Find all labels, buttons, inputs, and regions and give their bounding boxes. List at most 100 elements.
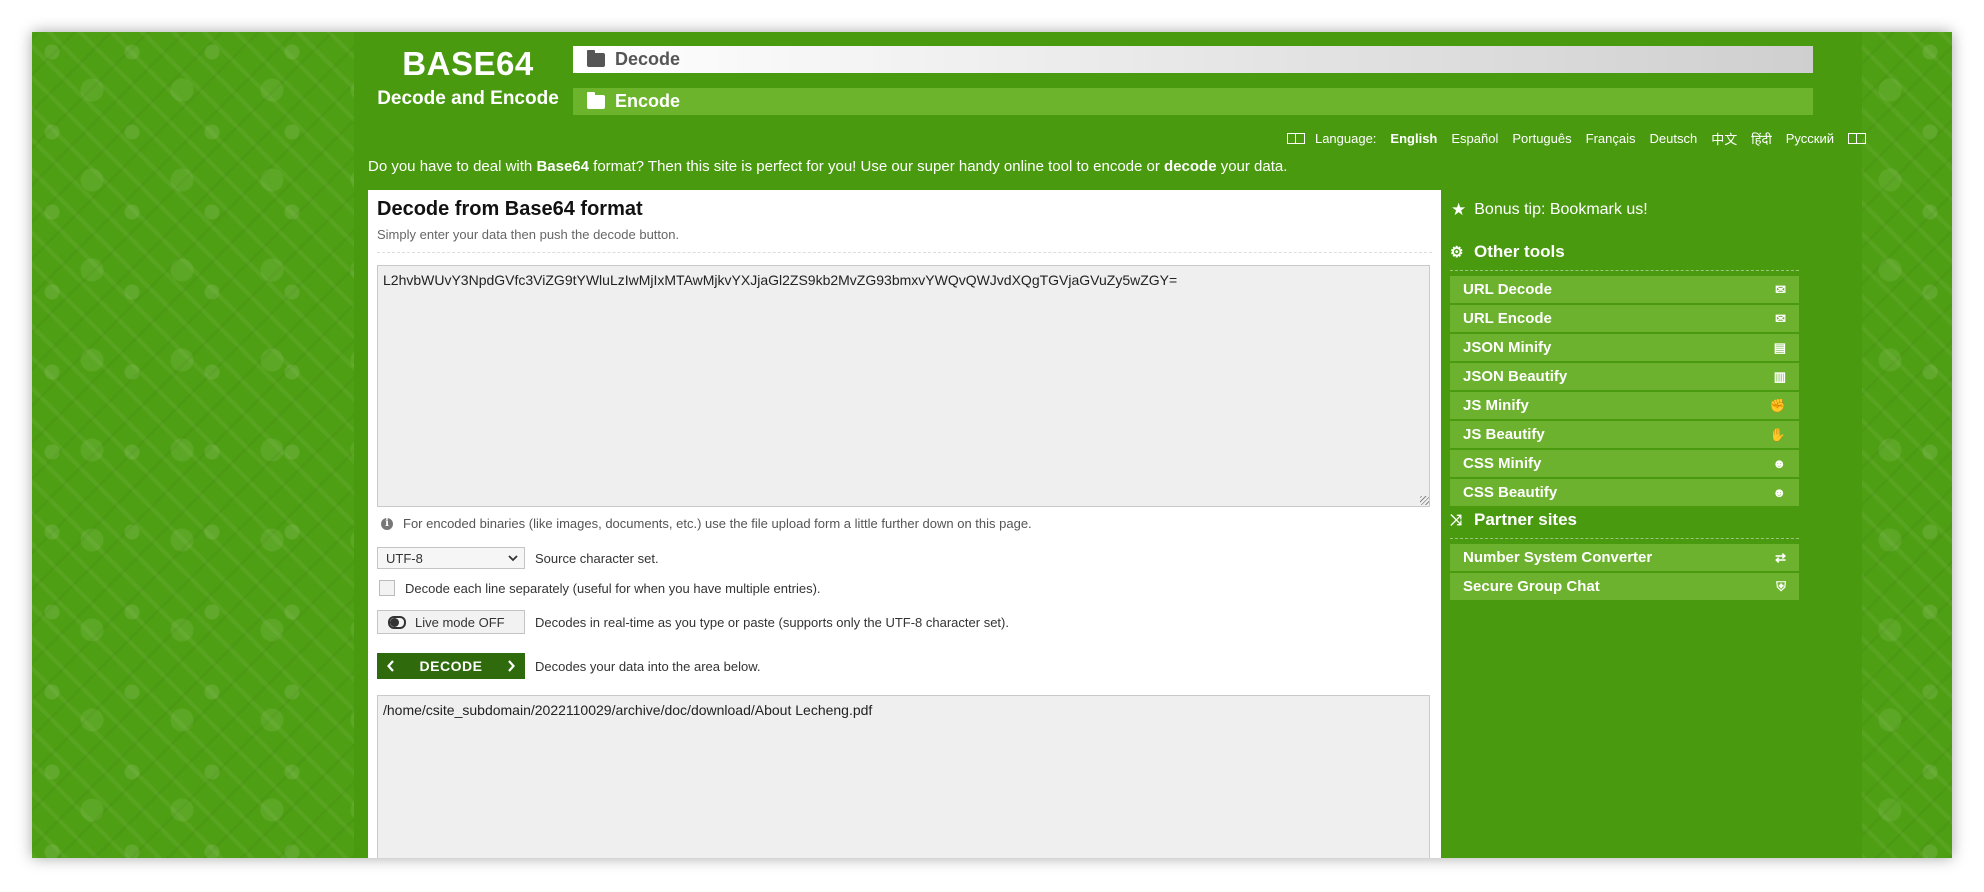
decoded-output[interactable]: /home/csite_subdomain/2022110029/archive… xyxy=(377,695,1430,858)
panel-title: Decode from Base64 format xyxy=(377,198,643,220)
lang-russian[interactable]: Русский xyxy=(1786,131,1834,146)
language-label: Language: xyxy=(1314,131,1377,146)
intro-part: Do you have to deal with xyxy=(368,158,537,175)
shield-icon: ⛨ xyxy=(1776,578,1786,594)
decode-button-label: DECODE xyxy=(419,658,483,674)
live-mode-toggle[interactable]: Live mode OFF xyxy=(377,610,525,634)
lang-espanol[interactable]: Español xyxy=(1451,131,1498,146)
divider xyxy=(1450,538,1799,539)
logo-title: BASE64 xyxy=(402,45,534,82)
more-languages-icon[interactable] xyxy=(1848,133,1866,144)
chevron-left-icon xyxy=(387,660,394,672)
tool-js-beautify[interactable]: JS Beautify ✋ xyxy=(1450,421,1799,448)
binary-info: i For encoded binaries (like images, doc… xyxy=(377,516,1032,531)
partner-number-system-converter[interactable]: Number System Converter ⇄ xyxy=(1450,544,1799,571)
tool-json-minify[interactable]: JSON Minify ▤ xyxy=(1450,334,1799,361)
partner-secure-group-chat[interactable]: Secure Group Chat ⛨ xyxy=(1450,573,1799,600)
envelope-icon: ✉ xyxy=(1775,310,1786,326)
gear-icon: ⚙ xyxy=(1450,244,1464,261)
decode-button[interactable]: DECODE xyxy=(377,653,525,679)
tool-url-encode[interactable]: URL Encode ✉ xyxy=(1450,305,1799,332)
decode-each-line-checkbox[interactable] xyxy=(379,580,395,596)
line-option-row: Decode each line separately (useful for … xyxy=(377,580,821,596)
intro-text: Do you have to deal with Base64 format? … xyxy=(368,158,1287,175)
tool-label: CSS Beautify xyxy=(1463,484,1558,501)
intro-bold-base64: Base64 xyxy=(536,158,589,175)
charset-value: UTF-8 xyxy=(386,550,423,566)
tool-label: JS Beautify xyxy=(1463,426,1545,443)
resize-handle[interactable] xyxy=(1420,496,1429,505)
info-icon: i xyxy=(381,517,393,530)
site-logo[interactable]: BASE64 Decode and Encode xyxy=(368,44,568,112)
background-pattern-left xyxy=(32,32,354,858)
browser-frame: BASE64 Decode and Encode Decode Encode L… xyxy=(32,32,1952,858)
language-icon xyxy=(1286,133,1305,144)
lang-english[interactable]: English xyxy=(1390,131,1437,146)
partner-sites-heading: ⤨ Partner sites xyxy=(1450,510,1577,530)
intro-bold-decode: decode xyxy=(1164,158,1217,175)
file-zip-icon: ▤ xyxy=(1773,339,1786,355)
lang-hindi[interactable]: हिंदी xyxy=(1751,130,1772,148)
tool-label: JSON Minify xyxy=(1463,339,1552,356)
intro-part: your data. xyxy=(1216,158,1288,175)
lang-portugues[interactable]: Português xyxy=(1512,131,1571,146)
toggle-off-icon xyxy=(388,615,406,629)
charset-label: Source character set. xyxy=(535,550,659,566)
binary-info-text: For encoded binaries (like images, docum… xyxy=(403,516,1032,531)
grin-icon: ☻ xyxy=(1772,485,1786,500)
live-mode-row: Live mode OFF Decodes in real-time as yo… xyxy=(377,610,1009,634)
logo-subtitle: Decode and Encode xyxy=(377,88,559,109)
live-mode-label: Live mode OFF xyxy=(415,614,505,630)
nav-encode[interactable]: Encode xyxy=(573,88,1813,115)
folder-icon xyxy=(587,91,605,109)
partner-sites-title: Partner sites xyxy=(1474,510,1577,529)
decode-description: Decodes your data into the area below. xyxy=(535,658,761,674)
other-tools-title: Other tools xyxy=(1474,242,1565,261)
fist-icon: ✊ xyxy=(1769,397,1786,413)
divider xyxy=(1450,270,1799,271)
tool-label: URL Decode xyxy=(1463,281,1552,298)
chevron-right-icon xyxy=(508,660,515,672)
tool-label: JS Minify xyxy=(1463,397,1529,414)
tool-json-beautify[interactable]: JSON Beautify ▥ xyxy=(1450,363,1799,390)
live-mode-description: Decodes in real-time as you type or past… xyxy=(535,614,1009,630)
folder-open-icon xyxy=(587,49,605,67)
chevron-down-icon xyxy=(508,554,518,561)
lang-deutsch[interactable]: Deutsch xyxy=(1649,131,1697,146)
smile-icon: ☻ xyxy=(1772,456,1786,471)
hand-icon: ✋ xyxy=(1769,426,1786,442)
tool-label: URL Encode xyxy=(1463,310,1552,327)
lang-francais[interactable]: Français xyxy=(1586,131,1636,146)
lang-chinese[interactable]: 中文 xyxy=(1711,129,1737,148)
base64-input[interactable]: L2hvbWUvY3NpdGVfc3ViZG9tYWluLzIwMjIxMTAw… xyxy=(377,265,1430,507)
file-code-icon: ▥ xyxy=(1773,368,1786,384)
tool-css-minify[interactable]: CSS Minify ☻ xyxy=(1450,450,1799,477)
partner-label: Secure Group Chat xyxy=(1463,578,1600,595)
decode-row: DECODE Decodes your data into the area b… xyxy=(377,653,760,679)
bookmark-tip-text: Bonus tip: Bookmark us! xyxy=(1474,201,1648,218)
page-content: BASE64 Decode and Encode Decode Encode L… xyxy=(368,32,1866,858)
bookmark-tip[interactable]: ★ Bonus tip: Bookmark us! xyxy=(1450,200,1648,220)
other-tools-heading: ⚙ Other tools xyxy=(1450,242,1565,262)
charset-row: UTF-8 Source character set. xyxy=(377,547,659,569)
tool-js-minify[interactable]: JS Minify ✊ xyxy=(1450,392,1799,419)
charset-select[interactable]: UTF-8 xyxy=(377,547,525,569)
decode-each-line-label: Decode each line separately (useful for … xyxy=(405,580,821,596)
decode-panel: Decode from Base64 format Simply enter y… xyxy=(368,190,1441,858)
shuffle-icon: ⤨ xyxy=(1450,511,1463,529)
envelope-open-icon: ✉ xyxy=(1775,281,1786,297)
partner-label: Number System Converter xyxy=(1463,549,1653,566)
tool-label: CSS Minify xyxy=(1463,455,1542,472)
panel-subtitle: Simply enter your data then push the dec… xyxy=(377,227,680,242)
language-switcher: Language: English Español Português Fran… xyxy=(1286,129,1866,148)
tool-css-beautify[interactable]: CSS Beautify ☻ xyxy=(1450,479,1799,506)
nav-decode[interactable]: Decode xyxy=(573,46,1813,73)
intro-part: format? Then this site is perfect for yo… xyxy=(588,158,1165,175)
nav-encode-label: Encode xyxy=(615,91,681,111)
exchange-icon: ⇄ xyxy=(1775,549,1786,565)
tool-url-decode[interactable]: URL Decode ✉ xyxy=(1450,276,1799,303)
nav-decode-label: Decode xyxy=(615,49,681,69)
divider xyxy=(377,252,1432,253)
tool-label: JSON Beautify xyxy=(1463,368,1568,385)
star-icon: ★ xyxy=(1451,200,1467,219)
